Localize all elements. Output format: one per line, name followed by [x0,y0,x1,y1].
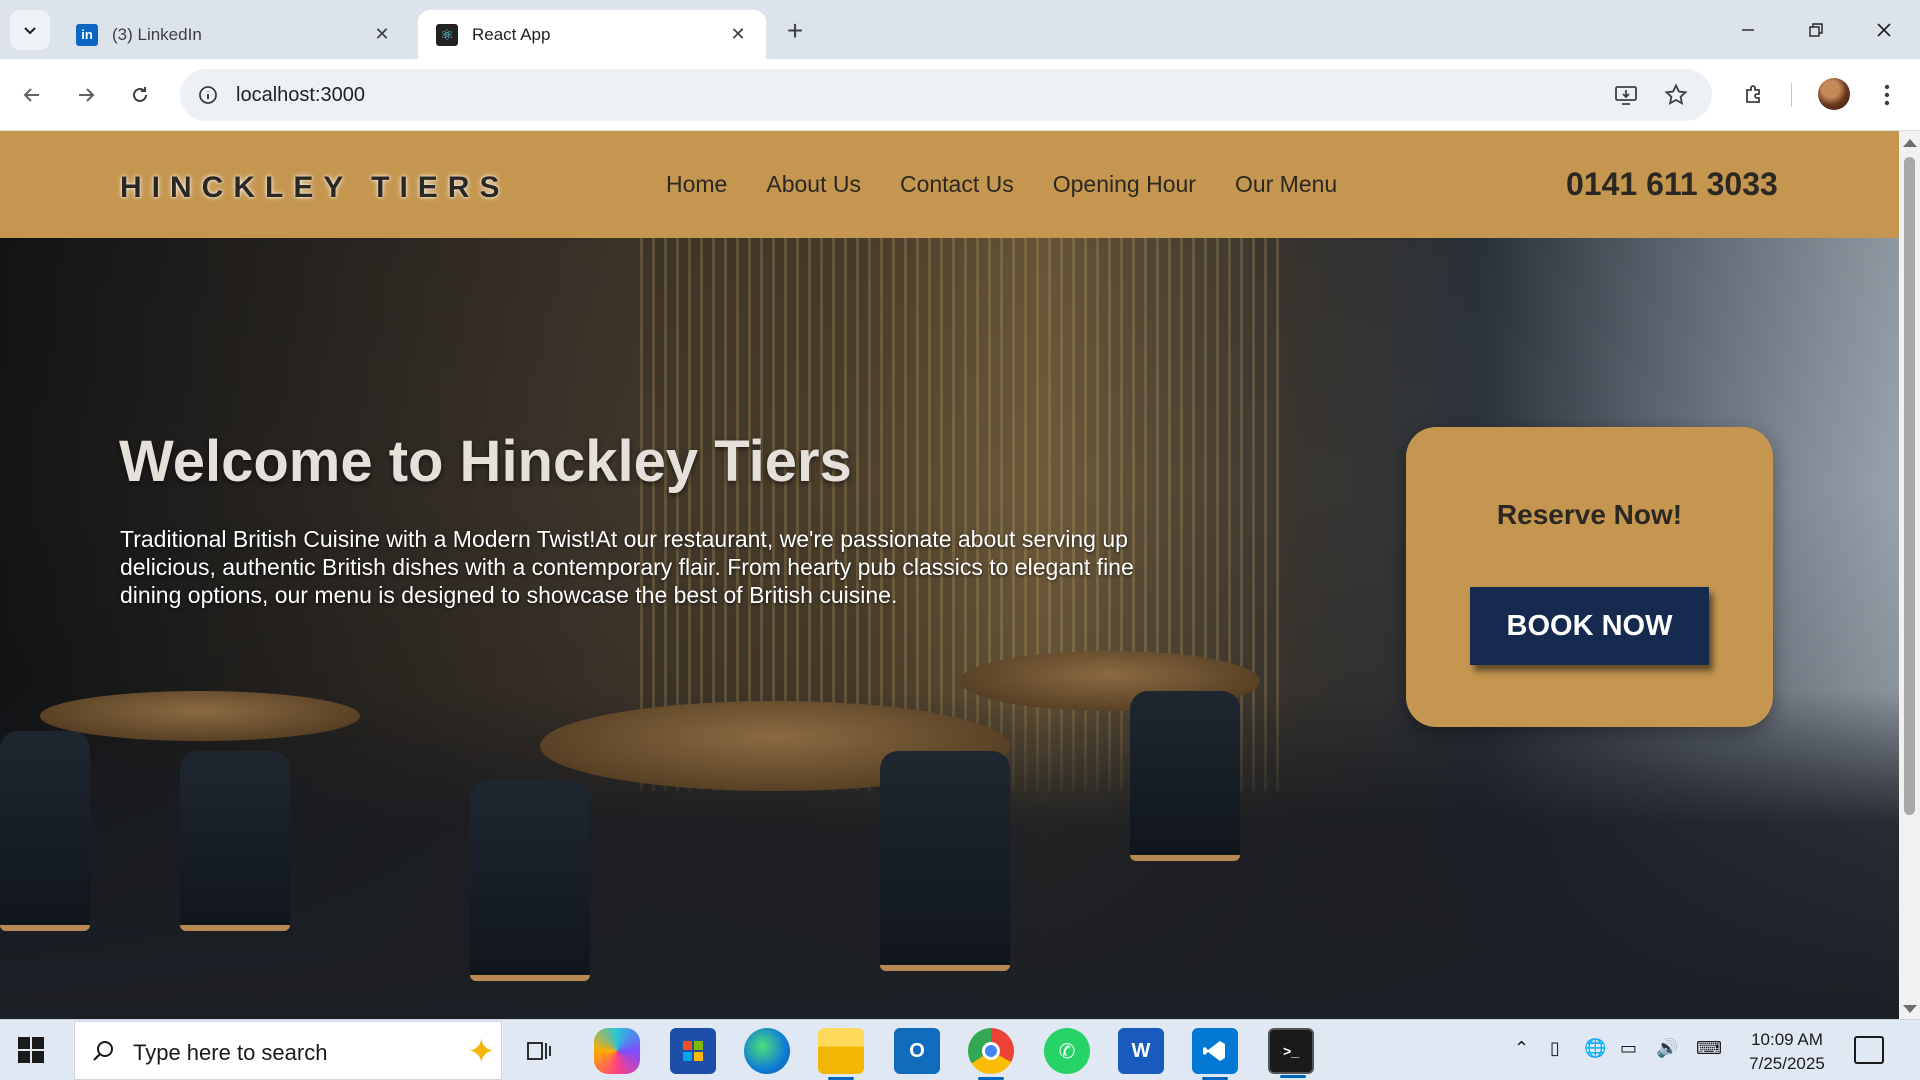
vscode-icon[interactable] [1192,1028,1238,1080]
decorative-chair [470,781,590,981]
chrome-icon[interactable] [968,1028,1014,1080]
tab-title: (3) LinkedIn [112,24,202,44]
file-explorer-icon[interactable] [818,1028,864,1080]
volume-icon[interactable]: 🔊 [1656,1038,1678,1059]
decorative-chair [880,751,1010,971]
tab-title: React App [472,24,551,44]
taskbar-search-box[interactable]: Type here to search ✦ [74,1021,502,1080]
search-placeholder: Type here to search [133,1040,328,1065]
copilot-icon[interactable] [594,1028,640,1074]
back-button[interactable] [14,77,50,113]
outlook-icon[interactable]: O [894,1028,940,1074]
scroll-down-arrow-icon[interactable] [1903,1005,1917,1013]
minimize-icon [1742,28,1754,31]
site-header: HINCKLEY TIERS Home About Us Contact Us … [0,131,1899,238]
clock-time: 10:09 AM [1751,1030,1823,1049]
reload-icon [133,87,147,102]
windows-taskbar: Type here to search ✦ O ✆ W >_ ⌃ ▯ 🌐 ▭ 🔊… [0,1019,1920,1080]
arrow-left-icon [23,88,39,102]
toolbar-divider [1791,83,1792,107]
main-nav: Home About Us Contact Us Opening Hour Ou… [666,171,1337,198]
browser-toolbar: localhost:3000 [0,59,1920,131]
reserve-card: Reserve Now! BOOK NOW [1406,427,1773,727]
site-logo[interactable]: HINCKLEY TIERS [120,171,509,205]
nav-link-home[interactable]: Home [666,171,727,198]
reserve-title: Reserve Now! [1496,499,1683,530]
profile-avatar[interactable] [1818,78,1850,110]
restore-button[interactable] [1782,0,1850,59]
page-viewport: HINCKLEY TIERS Home About Us Contact Us … [0,131,1899,1019]
tab-linkedin[interactable]: in (3) LinkedIn ✕ [58,10,410,59]
reload-button[interactable] [122,77,158,113]
task-view-icon[interactable] [516,1028,562,1074]
nav-link-our-menu[interactable]: Our Menu [1235,171,1337,198]
address-bar[interactable]: localhost:3000 [180,69,1712,121]
chevron-down-icon [24,27,36,35]
tab-search-button[interactable] [10,10,50,50]
keyboard-icon[interactable]: ⌨ [1696,1038,1722,1059]
arrow-right-icon [79,88,95,102]
more-vertical-icon [1884,84,1890,106]
sparkle-icon: ✦ [467,1033,496,1071]
linkedin-icon: in [76,23,98,46]
search-icon [89,1037,117,1065]
decorative-table [40,691,360,741]
windows-start-icon[interactable] [18,1037,44,1063]
device-icon[interactable]: ▯ [1550,1038,1560,1059]
show-hidden-icons-icon[interactable]: ⌃ [1514,1038,1529,1059]
tab-react-app[interactable]: ⚛ React App ✕ [418,10,766,59]
minimize-button[interactable] [1714,0,1782,59]
notification-center-icon[interactable] [1854,1036,1884,1064]
phone-number: 0141 611 3033 [1566,166,1778,202]
react-icon: ⚛ [436,23,458,46]
scroll-up-arrow-icon[interactable] [1903,139,1917,147]
system-clock[interactable]: 10:09 AM 7/25/2025 [1740,1028,1834,1076]
puzzle-icon [1746,85,1760,103]
network-globe-icon[interactable]: 🌐 [1584,1038,1606,1059]
whatsapp-icon[interactable]: ✆ [1044,1028,1090,1074]
browser-tab-strip: in (3) LinkedIn ✕ ⚛ React App ✕ + [0,0,1920,59]
terminal-icon[interactable]: >_ [1268,1028,1314,1078]
restore-icon [1809,22,1823,37]
decorative-chair [1130,691,1240,861]
battery-icon[interactable]: ▭ [1620,1038,1637,1059]
url-text[interactable]: localhost:3000 [236,84,365,107]
microsoft-word-icon[interactable]: W [1118,1028,1164,1074]
nav-link-opening-hour[interactable]: Opening Hour [1053,171,1196,198]
page-scrollbar[interactable] [1899,131,1920,1019]
bookmark-star-icon[interactable] [1662,81,1690,109]
new-tab-button[interactable]: + [778,14,812,48]
edge-browser-icon[interactable] [744,1028,790,1074]
decorative-chair [180,751,290,931]
nav-link-contact-us[interactable]: Contact Us [900,171,1014,198]
hero-description: Traditional British Cuisine with a Moder… [120,526,1134,608]
close-window-button[interactable] [1850,0,1918,59]
close-icon[interactable]: ✕ [728,24,748,45]
site-info-icon[interactable] [194,81,222,109]
hero-title: Welcome to Hinckley Tiers [119,429,852,494]
close-icon [1877,22,1891,37]
close-icon[interactable]: ✕ [372,24,392,45]
install-app-icon[interactable] [1612,81,1640,109]
clock-date: 7/25/2025 [1749,1054,1825,1073]
nav-link-about-us[interactable]: About Us [766,171,861,198]
book-now-button[interactable]: BOOK NOW [1470,587,1709,665]
browser-menu-button[interactable] [1869,77,1905,113]
extensions-button[interactable] [1736,77,1772,113]
microsoft-store-icon[interactable] [670,1028,716,1074]
scrollbar-thumb[interactable] [1904,157,1915,815]
decorative-chair [0,731,90,931]
forward-button[interactable] [68,77,104,113]
